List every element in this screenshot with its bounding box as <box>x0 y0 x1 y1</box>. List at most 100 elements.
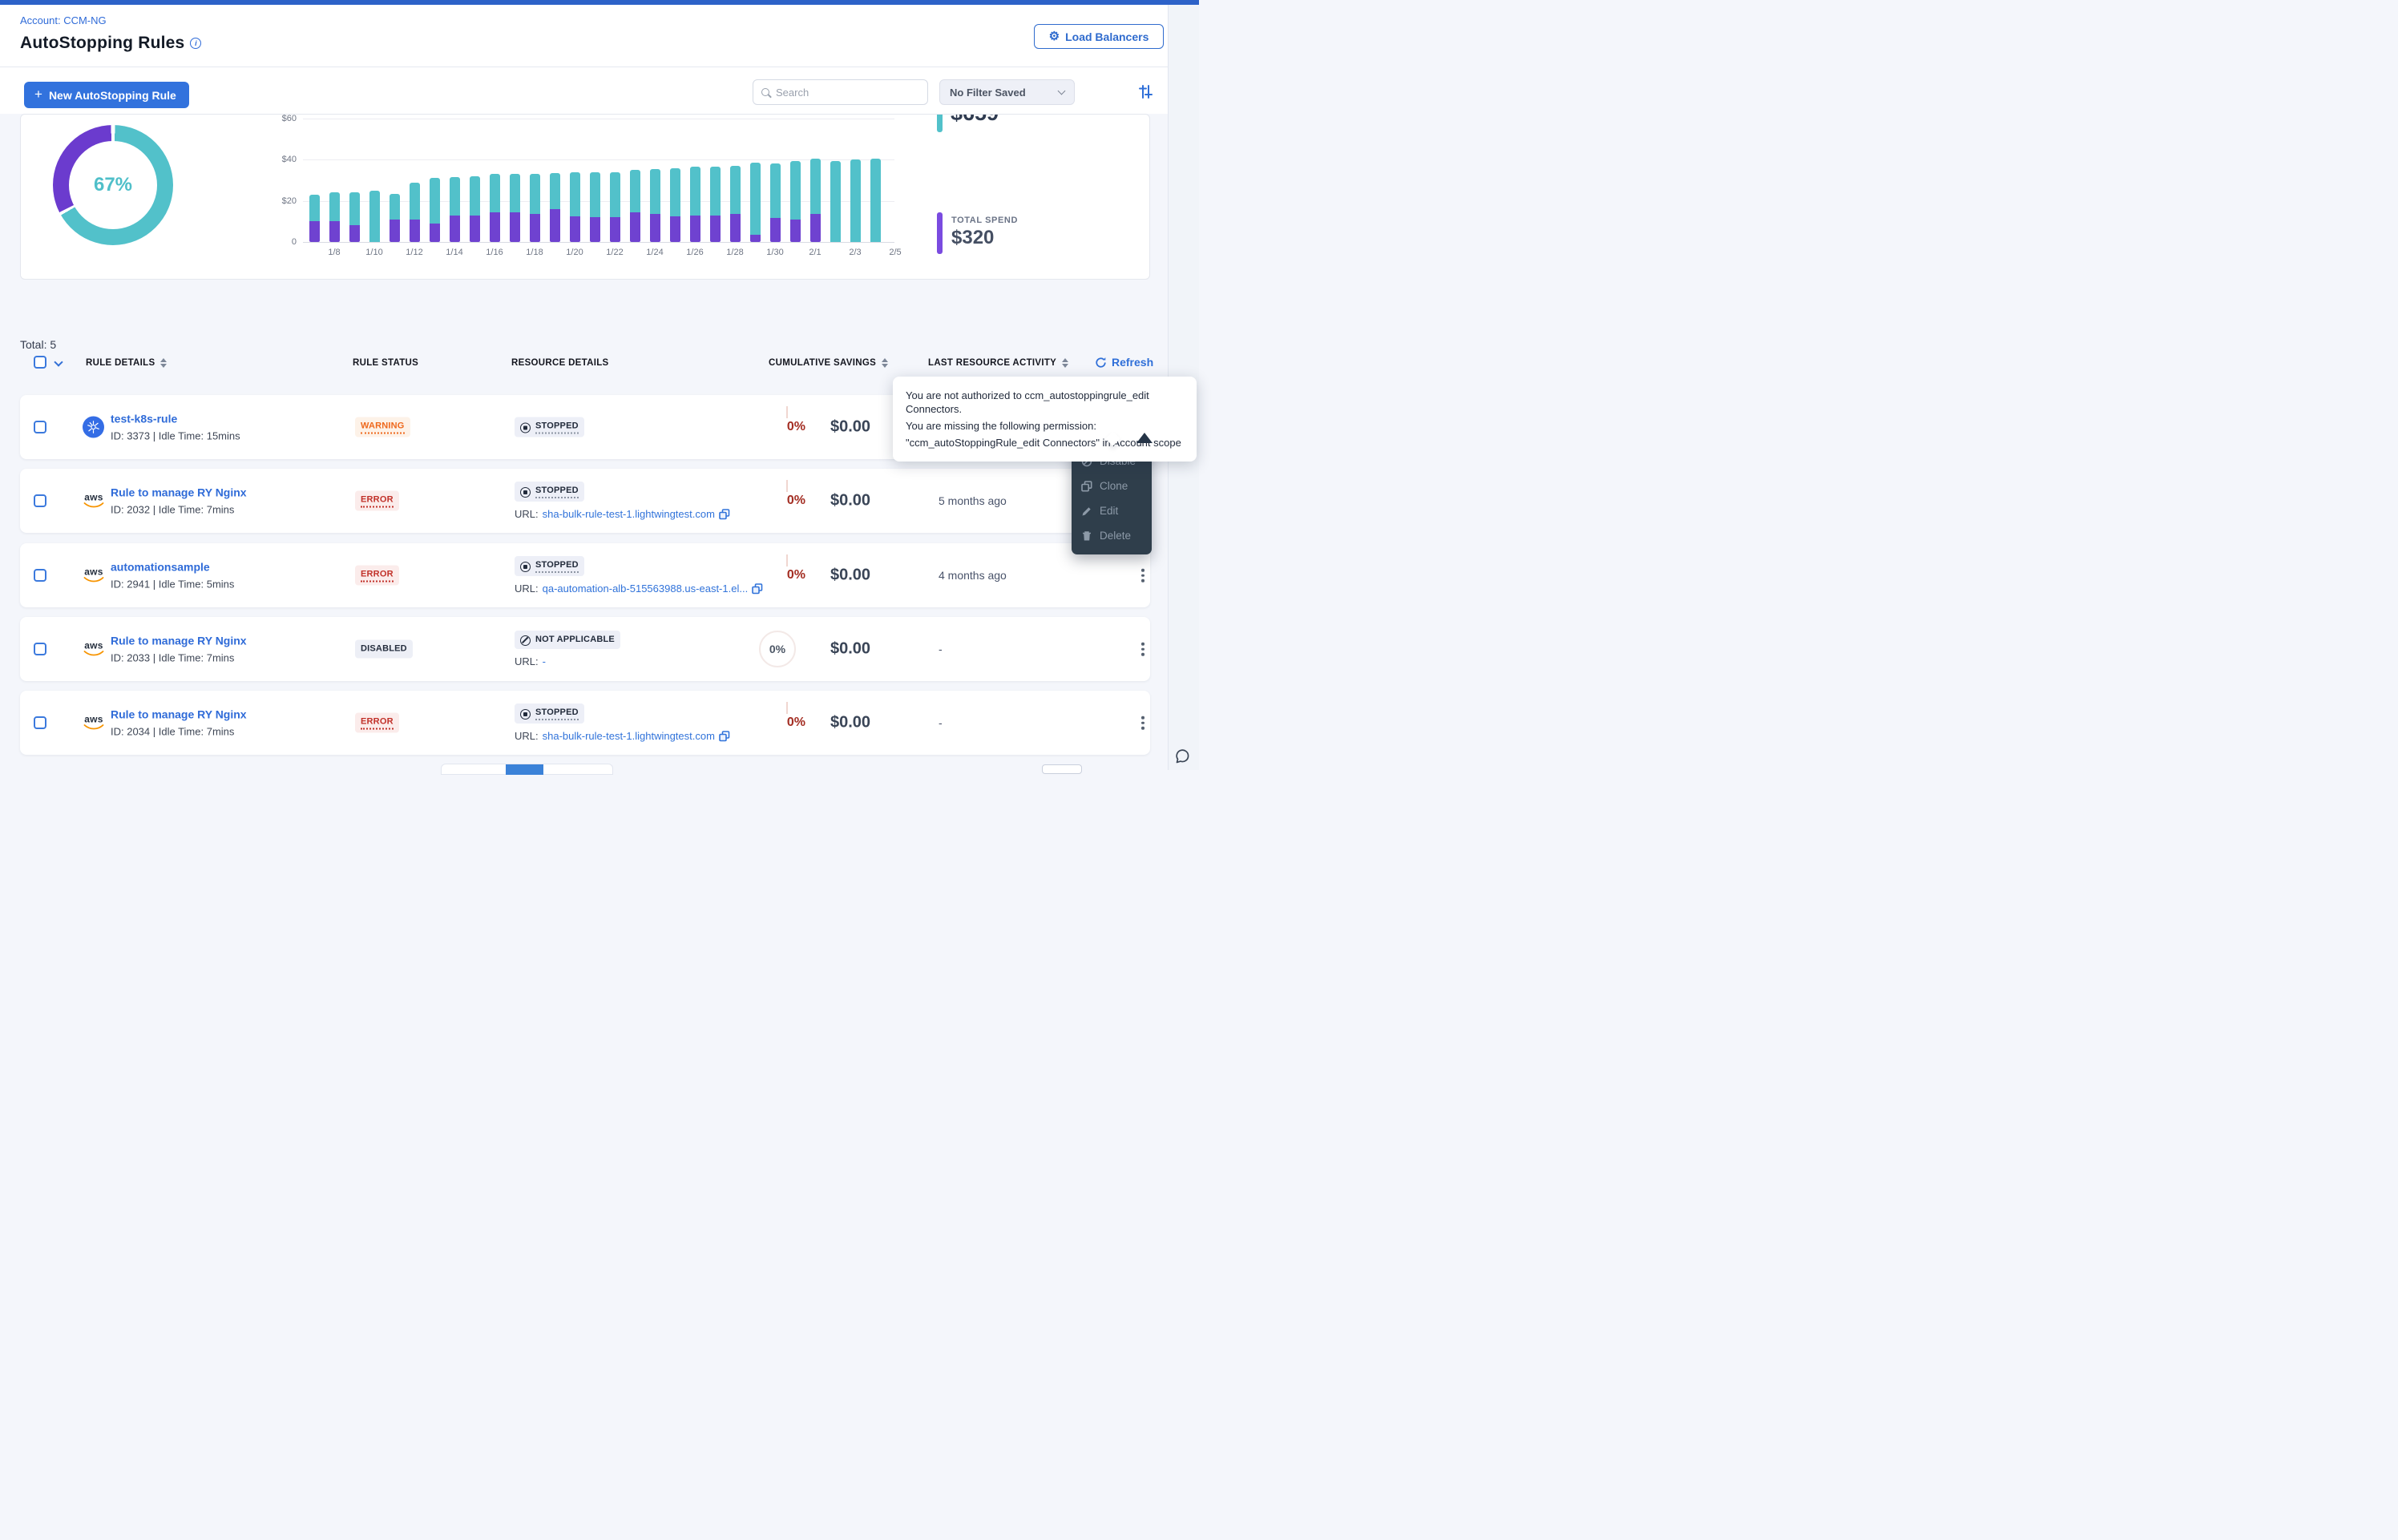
rule-name-link[interactable]: Rule to manage RY Nginx <box>111 635 247 647</box>
stacked-bar[interactable] <box>510 174 520 242</box>
stacked-bar[interactable] <box>450 177 460 242</box>
row-menu-button[interactable] <box>1138 566 1148 586</box>
stacked-bar[interactable] <box>410 183 420 242</box>
row-checkbox[interactable] <box>34 569 46 582</box>
stacked-bar[interactable] <box>470 176 480 242</box>
load-balancers-label: Load Balancers <box>1065 30 1149 43</box>
stacked-bar[interactable] <box>349 192 360 242</box>
row-menu-button[interactable] <box>1138 639 1148 659</box>
spend-segment <box>390 220 400 242</box>
select-all-checkbox[interactable] <box>34 356 46 369</box>
spend-segment <box>650 214 660 242</box>
resource-state-badge[interactable]: STOPPED <box>515 482 584 502</box>
row-checkbox[interactable] <box>34 716 46 729</box>
rule-status-badge[interactable]: ERROR <box>355 491 399 511</box>
pagination-current-page[interactable] <box>506 764 543 775</box>
sort-icon[interactable] <box>1062 358 1068 368</box>
stacked-bar[interactable] <box>630 170 640 242</box>
table-row[interactable]: aws Rule to manage RY Nginx ID: 2034 | I… <box>20 691 1150 755</box>
column-rule-details[interactable]: RULE DETAILS <box>86 358 167 368</box>
stacked-bar[interactable] <box>550 173 560 242</box>
resource-state-badge[interactable]: STOPPED <box>515 417 584 437</box>
rule-status-badge[interactable]: ERROR <box>355 566 399 586</box>
table-row[interactable]: aws automationsample ID: 2941 | Idle Tim… <box>20 543 1150 607</box>
stacked-bar[interactable] <box>430 178 440 242</box>
stacked-bar[interactable] <box>490 174 500 242</box>
plus-icon: + <box>34 87 42 103</box>
page-size-selector[interactable] <box>1042 764 1082 774</box>
stacked-bar[interactable] <box>790 161 801 242</box>
stacked-bar[interactable] <box>770 163 781 242</box>
rule-name-link[interactable]: Rule to manage RY Nginx <box>111 486 247 499</box>
row-checkbox[interactable] <box>34 494 46 507</box>
x-axis-tick-label: 1/28 <box>721 248 749 257</box>
stacked-bar[interactable] <box>650 169 660 242</box>
spend-segment <box>730 214 741 242</box>
rule-status-badge[interactable]: DISABLED <box>355 640 413 659</box>
filter-panel-icon[interactable] <box>1138 85 1153 103</box>
rule-name-link[interactable]: test-k8s-rule <box>111 413 240 425</box>
stacked-bar[interactable] <box>309 195 320 242</box>
stacked-bar[interactable] <box>810 159 821 242</box>
resource-url-link[interactable]: qa-automation-alb-515563988.us-east-1.el… <box>543 583 749 595</box>
resource-url-link[interactable]: - <box>543 655 546 667</box>
resource-state-badge[interactable]: STOPPED <box>515 556 584 576</box>
resource-state-badge[interactable]: STOPPED <box>515 703 584 724</box>
account-breadcrumb[interactable]: Account: CCM-NG <box>20 14 107 26</box>
stacked-bar[interactable] <box>590 172 600 242</box>
copy-icon[interactable] <box>719 509 730 520</box>
stacked-bar[interactable] <box>329 192 340 242</box>
search-input[interactable] <box>776 87 919 99</box>
y-axis-tick-label: $20 <box>264 196 297 206</box>
stacked-bar[interactable] <box>870 159 881 242</box>
rule-status-badge[interactable]: WARNING <box>355 417 410 437</box>
info-icon[interactable]: i <box>190 38 201 49</box>
refresh-button[interactable]: Refresh <box>1095 356 1153 369</box>
row-checkbox[interactable] <box>34 643 46 655</box>
savings-segment <box>490 174 500 212</box>
search-box[interactable] <box>753 79 928 105</box>
chat-help-icon[interactable] <box>1173 747 1193 770</box>
stacked-bar[interactable] <box>530 174 540 242</box>
row-menu-button[interactable] <box>1138 713 1148 733</box>
stacked-bar[interactable] <box>670 168 680 242</box>
x-axis-tick-label: 2/5 <box>881 248 910 257</box>
stacked-bar[interactable] <box>369 191 380 242</box>
menu-item-clone[interactable]: Clone <box>1072 474 1152 498</box>
clone-icon <box>1081 481 1092 492</box>
table-row[interactable]: aws Rule to manage RY Nginx ID: 2032 | I… <box>20 469 1150 533</box>
stacked-bar[interactable] <box>750 163 761 242</box>
stacked-bar[interactable] <box>730 166 741 242</box>
savings-segment <box>510 174 520 212</box>
stacked-bar[interactable] <box>710 167 721 242</box>
stacked-bar[interactable] <box>850 159 861 242</box>
sort-icon[interactable] <box>160 358 167 368</box>
select-menu-chevron-icon[interactable] <box>54 357 63 366</box>
copy-icon[interactable] <box>719 731 730 742</box>
column-cumulative-savings[interactable]: CUMULATIVE SAVINGS <box>769 358 888 368</box>
stacked-bar[interactable] <box>830 161 841 242</box>
stacked-bar[interactable] <box>570 172 580 242</box>
saved-filter-dropdown[interactable]: No Filter Saved <box>939 79 1075 105</box>
rule-status-badge[interactable]: ERROR <box>355 713 399 733</box>
copy-icon[interactable] <box>752 583 763 595</box>
resource-url-link[interactable]: sha-bulk-rule-test-1.lightwingtest.com <box>543 730 715 742</box>
pagination-bar[interactable] <box>441 764 613 775</box>
stacked-bar[interactable] <box>610 172 620 242</box>
stacked-bar[interactable] <box>690 167 700 242</box>
menu-item-edit[interactable]: Edit <box>1072 498 1152 523</box>
rule-name-link[interactable]: Rule to manage RY Nginx <box>111 708 247 721</box>
new-autostopping-rule-button[interactable]: +New AutoStopping Rule <box>24 82 189 108</box>
menu-item-delete[interactable]: Delete <box>1072 523 1152 548</box>
table-row[interactable]: aws Rule to manage RY Nginx ID: 2033 | I… <box>20 617 1150 681</box>
resource-url-link[interactable]: sha-bulk-rule-test-1.lightwingtest.com <box>543 508 715 520</box>
sort-icon[interactable] <box>882 358 888 368</box>
resource-state-badge[interactable]: NOT APPLICABLE <box>515 631 620 649</box>
rule-name-link[interactable]: automationsample <box>111 561 234 574</box>
load-balancers-button[interactable]: ⚙Load Balancers <box>1034 24 1164 49</box>
savings-segment <box>650 169 660 214</box>
stacked-bar[interactable] <box>390 194 400 242</box>
column-last-resource-activity[interactable]: LAST RESOURCE ACTIVITY <box>928 358 1068 368</box>
row-checkbox[interactable] <box>34 421 46 433</box>
savings-value: $0.00 <box>830 714 870 732</box>
